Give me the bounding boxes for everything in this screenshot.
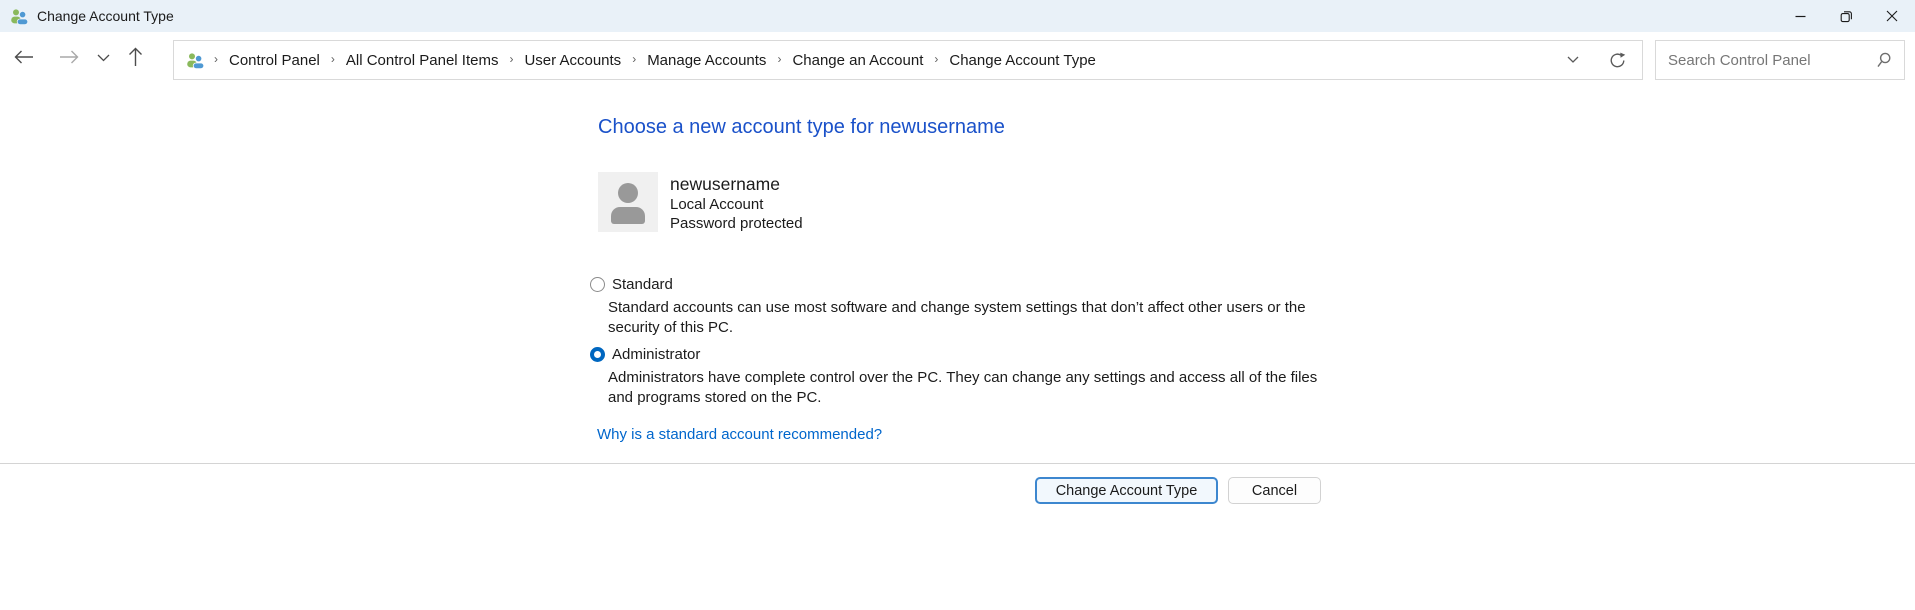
refresh-icon — [1609, 52, 1626, 69]
close-icon — [1886, 10, 1898, 22]
address-dropdown-button[interactable] — [1567, 56, 1579, 64]
user-info: newusername Local Account Password prote… — [670, 172, 803, 233]
avatar — [598, 172, 658, 232]
forward-button[interactable] — [59, 50, 79, 64]
chevron-down-icon — [1567, 56, 1579, 64]
breadcrumb-user-accounts[interactable]: User Accounts — [522, 52, 623, 69]
restore-icon — [1840, 10, 1853, 23]
option-administrator: Administrator Administrators have comple… — [590, 346, 1338, 408]
option-standard: Standard Standard accounts can use most … — [590, 276, 1338, 338]
refresh-button[interactable] — [1609, 52, 1626, 69]
user-accounts-icon — [10, 8, 29, 25]
breadcrumb-change-account-type[interactable]: Change Account Type — [947, 52, 1098, 69]
breadcrumb-separator: › — [322, 52, 344, 66]
user-name: newusername — [670, 173, 803, 195]
user-account-type: Local Account — [670, 196, 803, 214]
chevron-down-icon — [97, 54, 110, 62]
breadcrumb-separator: › — [500, 52, 522, 66]
recent-pages-button[interactable] — [97, 54, 110, 62]
user-accounts-icon — [186, 52, 205, 69]
search-input[interactable] — [1656, 52, 1876, 69]
search-icon[interactable] — [1876, 52, 1892, 68]
standard-radio-row[interactable]: Standard — [590, 276, 1338, 293]
administrator-radio-label[interactable]: Administrator — [612, 346, 700, 363]
breadcrumb-control-panel[interactable]: Control Panel — [227, 52, 322, 69]
close-button[interactable] — [1869, 0, 1915, 32]
breadcrumb-separator: › — [768, 52, 790, 66]
user-password-status: Password protected — [670, 215, 803, 233]
up-button[interactable] — [128, 47, 143, 67]
control-panel-window: Change Account Type — [0, 0, 1915, 610]
forward-arrow-icon — [59, 50, 79, 64]
up-arrow-icon — [128, 47, 143, 67]
address-bar-actions — [1567, 52, 1642, 69]
page-title: Choose a new account type for newusernam… — [598, 116, 1005, 139]
change-account-type-button[interactable]: Change Account Type — [1035, 477, 1218, 504]
avatar-person-icon — [618, 183, 638, 203]
window-controls — [1777, 0, 1915, 32]
minimize-button[interactable] — [1777, 0, 1823, 32]
restore-button[interactable] — [1823, 0, 1869, 32]
breadcrumb: › Control Panel › All Control Panel Item… — [205, 52, 1098, 69]
breadcrumb-separator: › — [925, 52, 947, 66]
user-tile: newusername Local Account Password prote… — [598, 172, 803, 233]
standard-description: Standard accounts can use most software … — [608, 298, 1338, 338]
standard-radio-button[interactable] — [590, 277, 605, 292]
footer-separator — [0, 463, 1915, 464]
minimize-icon — [1795, 11, 1806, 22]
breadcrumb-separator: › — [205, 52, 227, 66]
cancel-button[interactable]: Cancel — [1228, 477, 1321, 504]
title-bar: Change Account Type — [0, 0, 1915, 32]
window-title: Change Account Type — [37, 8, 174, 24]
back-button[interactable] — [14, 50, 34, 64]
breadcrumb-all-control-panel-items[interactable]: All Control Panel Items — [344, 52, 501, 69]
administrator-radio-button[interactable] — [590, 347, 605, 362]
search-box — [1655, 40, 1905, 80]
standard-radio-label[interactable]: Standard — [612, 276, 673, 293]
breadcrumb-manage-accounts[interactable]: Manage Accounts — [645, 52, 768, 69]
breadcrumb-change-an-account[interactable]: Change an Account — [790, 52, 925, 69]
back-arrow-icon — [14, 50, 34, 64]
navigation-bar: › Control Panel › All Control Panel Item… — [0, 32, 1915, 85]
administrator-description: Administrators have complete control ove… — [608, 368, 1338, 408]
breadcrumb-separator: › — [623, 52, 645, 66]
why-standard-recommended-link[interactable]: Why is a standard account recommended? — [597, 426, 882, 443]
address-bar[interactable]: › Control Panel › All Control Panel Item… — [173, 40, 1643, 80]
administrator-radio-row[interactable]: Administrator — [590, 346, 1338, 363]
